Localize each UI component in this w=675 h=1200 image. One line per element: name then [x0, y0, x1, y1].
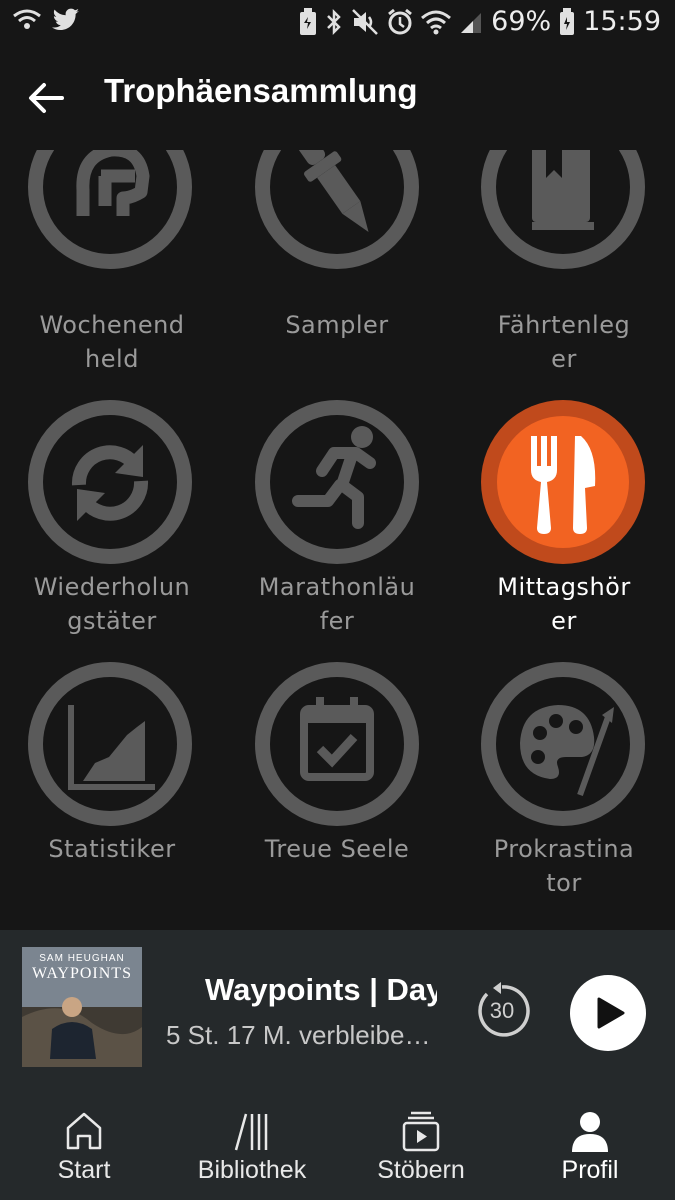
nav-item-profil[interactable]: Profil	[506, 1100, 674, 1200]
fork-knife-icon	[531, 436, 596, 534]
repeat-icon	[71, 445, 149, 521]
status-bar: 69% 15:59	[0, 0, 675, 46]
nav-label: Profil	[561, 1156, 619, 1184]
calendar-check-icon	[300, 697, 374, 781]
trophy-label: Sampler	[285, 311, 389, 339]
trophy-label: Prokrastina tor	[493, 835, 635, 897]
trophy-label: Fährtenleg er	[497, 311, 631, 373]
profile-icon	[572, 1112, 608, 1152]
nav-label: Start	[57, 1156, 111, 1184]
page-title: Trophäensammlung	[104, 72, 418, 109]
runner-icon	[292, 426, 376, 529]
cover-title: WAYPOINTS	[32, 965, 132, 982]
app-header: Trophäensammlung	[0, 46, 675, 150]
play-icon	[597, 997, 625, 1029]
wifi-icon	[421, 10, 452, 34]
bottom-navigation: Start Bibliothek Stöbern Profil	[0, 1100, 675, 1200]
mini-player[interactable]: SAM HEUGHAN WAYPOINTS Waypoints | Day 5 …	[0, 930, 675, 1100]
nav-item-bibliothek[interactable]: Bibliothek	[168, 1100, 336, 1200]
nav-item-stoebern[interactable]: Stöbern	[337, 1100, 505, 1200]
trophy-label: Wiederholun gstäter	[33, 573, 191, 635]
alarm-icon	[388, 8, 413, 34]
bluetooth-icon	[327, 8, 341, 35]
trophy-label: Treue Seele	[264, 835, 410, 863]
wifi-calling-icon	[13, 9, 41, 29]
nav-label: Bibliothek	[197, 1156, 307, 1184]
twitter-icon	[52, 8, 79, 30]
cover-author: SAM HEUGHAN	[39, 953, 125, 964]
spartan-helmet-icon	[76, 150, 150, 216]
audiobook-cover[interactable]: SAM HEUGHAN WAYPOINTS	[22, 947, 142, 1067]
back-arrow-icon[interactable]	[26, 78, 66, 118]
battery-percent: 69%	[491, 6, 552, 37]
player-remaining-time: 5 St. 17 M. verbleibe…	[166, 1020, 431, 1050]
book-bookmark-icon	[532, 150, 594, 230]
play-button[interactable]	[570, 975, 646, 1051]
trophy-grid: Wochenend held Sampler Fährtenleg er Wie…	[0, 150, 675, 930]
rewind-seconds: 30	[489, 998, 515, 1023]
signal-icon	[461, 12, 482, 33]
library-icon	[234, 1113, 268, 1151]
trophy-label: Mittagshör er	[497, 573, 631, 635]
trophy-label: Marathonläu fer	[258, 573, 416, 635]
palette-icon	[520, 705, 614, 797]
home-icon	[66, 1112, 102, 1150]
battery-saver-icon	[300, 7, 317, 35]
nav-label: Stöbern	[377, 1156, 465, 1184]
mute-icon	[352, 8, 379, 35]
nav-item-start[interactable]: Start	[0, 1100, 168, 1200]
battery-icon	[560, 7, 575, 35]
clock: 15:59	[583, 6, 661, 37]
rewind-30-button[interactable]: 30	[473, 982, 531, 1040]
trophy-label: Wochenend held	[39, 311, 185, 373]
area-chart-icon	[68, 705, 155, 790]
dropper-icon	[296, 150, 369, 233]
player-title[interactable]: Waypoints | Day	[205, 972, 437, 1008]
browse-icon	[402, 1111, 440, 1152]
trophy-label: Statistiker	[48, 835, 176, 863]
